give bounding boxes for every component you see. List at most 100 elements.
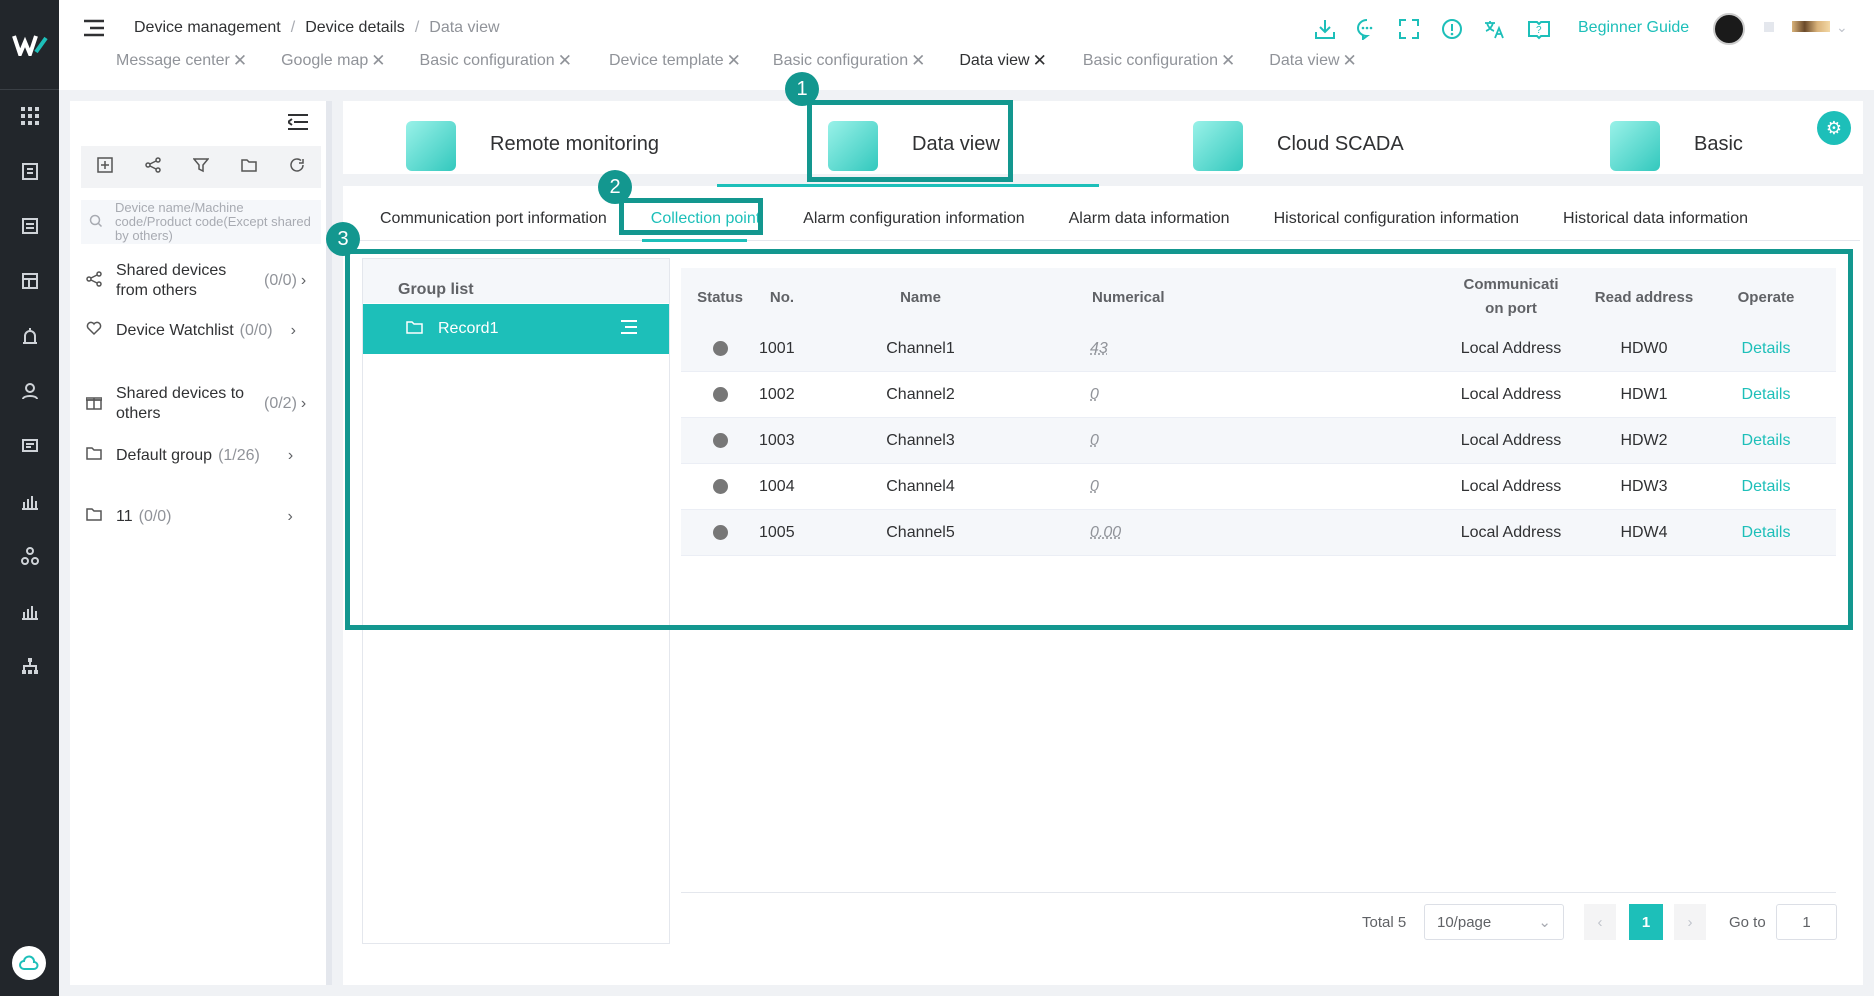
next-page-button[interactable]: › (1674, 904, 1706, 940)
group-default[interactable]: Default group (1/26) › (86, 445, 293, 466)
org-icon[interactable] (0, 536, 59, 576)
close-icon[interactable]: ✕ (727, 51, 741, 71)
stats-icon[interactable] (0, 591, 59, 631)
gift-icon (85, 394, 103, 415)
building-icon[interactable] (0, 151, 59, 191)
close-icon[interactable]: ✕ (1221, 51, 1235, 71)
breadcrumb-item[interactable]: Device details (305, 19, 405, 37)
chat-icon[interactable] (1353, 15, 1381, 43)
basic-icon (1600, 109, 1670, 179)
tab-label: Data view (959, 52, 1030, 69)
group-label: Shared devices to others (116, 385, 245, 422)
current-page-button[interactable]: 1 (1629, 904, 1663, 940)
group-shared-to-others[interactable]: Shared devices to others (0/2) › (85, 384, 310, 424)
app-logo[interactable] (0, 0, 59, 90)
callout-badge-2: 2 (598, 170, 632, 204)
page-tabs: Message center ✕ Google map ✕ Basic config… (116, 51, 1393, 71)
module-active-underline (717, 184, 1099, 187)
menu-toggle-icon[interactable] (84, 19, 104, 42)
tab-device-template[interactable]: Device template ✕ (609, 51, 741, 71)
device-search-input[interactable]: Device name/Machine code/Product code(Ex… (81, 200, 321, 244)
panel-toolbar (81, 146, 321, 188)
tab-historical-data[interactable]: Historical data information (1563, 210, 1748, 228)
heart-icon (86, 320, 102, 341)
cloud-icon[interactable] (12, 946, 46, 980)
hierarchy-icon[interactable] (0, 646, 59, 686)
info-icon[interactable] (1438, 15, 1466, 43)
breadcrumb-separator: / (414, 19, 420, 36)
tab-label: Data view (1269, 52, 1340, 69)
alarm-icon[interactable] (0, 316, 59, 356)
close-icon[interactable]: ✕ (233, 51, 247, 71)
page-size-select[interactable]: 10/page ⌄ (1424, 904, 1564, 940)
tab-basic-configuration[interactable]: Basic configuration ✕ (773, 51, 925, 71)
close-icon[interactable]: ✕ (911, 51, 925, 71)
tab-google-map[interactable]: Google map ✕ (281, 51, 385, 71)
breadcrumb: Device management / Device details / Dat… (134, 19, 500, 37)
add-icon[interactable] (97, 156, 113, 178)
filter-icon[interactable] (192, 157, 210, 178)
collapse-panel-icon[interactable] (286, 114, 308, 135)
user-icon[interactable] (0, 371, 59, 411)
tab-communication-port[interactable]: Communication port information (380, 210, 607, 228)
module-basic[interactable]: Basic (1600, 104, 1743, 184)
tab-message-center[interactable]: Message center ✕ (116, 51, 247, 71)
callout-highlight-3 (345, 249, 1853, 630)
close-icon[interactable]: ✕ (371, 51, 385, 71)
tab-basic-configuration[interactable]: Basic configuration ✕ (1083, 51, 1235, 71)
username-redacted (1792, 21, 1830, 32)
module-cloud-scada[interactable]: Cloud SCADA (1183, 104, 1404, 184)
list-icon[interactable] (0, 206, 59, 246)
message-icon[interactable] (0, 426, 59, 466)
remote-monitoring-icon (396, 109, 466, 179)
chevron-right-icon: › (290, 321, 296, 339)
help-book-icon[interactable]: ? (1525, 15, 1553, 43)
group-device-watchlist[interactable]: Device Watchlist (0/0) › (86, 320, 296, 341)
table-footer-line (681, 892, 1836, 893)
close-icon[interactable]: ✕ (1033, 51, 1047, 71)
beginner-guide-link[interactable]: Beginner Guide (1578, 19, 1689, 37)
share-icon[interactable] (145, 156, 161, 178)
download-icon[interactable] (1311, 15, 1339, 43)
close-icon[interactable]: ✕ (1343, 51, 1357, 71)
tab-historical-configuration[interactable]: Historical configuration information (1274, 210, 1519, 228)
chevron-down-icon[interactable]: ⌄ (1836, 19, 1848, 36)
tab-alarm-configuration[interactable]: Alarm configuration information (803, 210, 1024, 228)
sub-tabs: Communication port information Collectio… (380, 210, 1792, 228)
module-label: Remote monitoring (490, 132, 659, 155)
chart-icon[interactable] (0, 481, 59, 521)
group-count: (0/2) (264, 395, 297, 412)
callout-highlight-1 (807, 100, 1013, 182)
chevron-right-icon: › (300, 395, 307, 412)
breadcrumb-separator: / (290, 19, 296, 36)
tab-data-view[interactable]: Data view ✕ (1269, 51, 1357, 71)
tab-basic-configuration[interactable]: Basic configuration ✕ (420, 51, 572, 71)
tab-alarm-data[interactable]: Alarm data information (1069, 210, 1230, 228)
top-bar (59, 0, 1874, 90)
fullscreen-icon[interactable] (1395, 15, 1423, 43)
group-shared-from-others[interactable]: Shared devices from others (0/0) › (86, 261, 310, 301)
avatar[interactable] (1713, 13, 1745, 45)
breadcrumb-item[interactable]: Device management (134, 19, 281, 37)
chevron-right-icon: › (300, 272, 307, 289)
group-11[interactable]: 11 (0/0) › (86, 506, 293, 527)
group-label: Device Watchlist (116, 321, 234, 339)
tab-label: Basic configuration (419, 52, 555, 69)
chevron-right-icon: › (287, 446, 294, 464)
apps-grid-icon[interactable] (0, 96, 59, 136)
refresh-icon[interactable] (289, 157, 305, 178)
settings-gear-icon[interactable]: ⚙ (1817, 111, 1851, 145)
chevron-down-icon: ⌄ (1538, 914, 1551, 931)
tab-data-view[interactable]: Data view ✕ (959, 51, 1047, 71)
goto-page-input[interactable]: 1 (1776, 904, 1837, 940)
page-size-value: 10/page (1437, 913, 1492, 931)
translate-icon[interactable] (1480, 15, 1508, 43)
tab-label: Message center (116, 52, 230, 69)
callout-badge-1: 1 (785, 72, 819, 106)
folder-icon[interactable] (241, 157, 257, 178)
dashboard-icon[interactable] (0, 261, 59, 301)
close-icon[interactable]: ✕ (558, 51, 572, 71)
chevron-right-icon: › (287, 507, 293, 525)
breadcrumb-current: Data view (429, 19, 500, 36)
prev-page-button[interactable]: ‹ (1584, 904, 1616, 940)
